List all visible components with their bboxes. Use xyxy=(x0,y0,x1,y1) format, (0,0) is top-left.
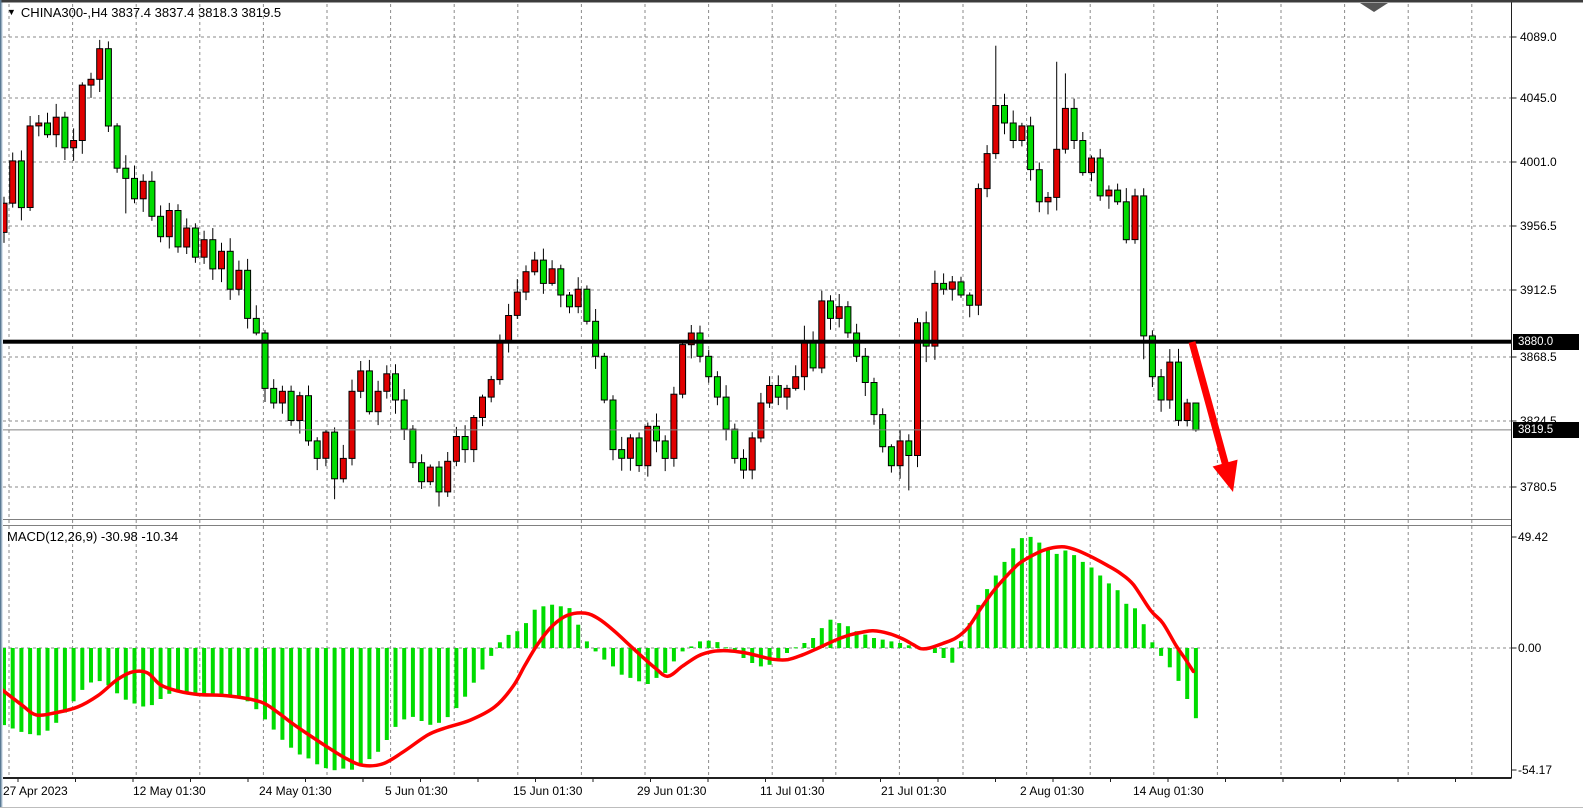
chart-title: ▼ CHINA300-,H4 3837.4 3837.4 3818.3 3819.… xyxy=(7,5,281,20)
date-axis-label: 14 Aug 01:30 xyxy=(1133,784,1204,798)
price-axis-label: 4001.0 xyxy=(1520,155,1557,169)
price-axis-label: 4045.0 xyxy=(1520,91,1557,105)
resistance-line xyxy=(0,340,1512,344)
macd-histogram xyxy=(2,537,1198,770)
price-axis-label: 3912.5 xyxy=(1520,283,1557,297)
price-axis-label: 4089.0 xyxy=(1520,30,1557,44)
macd-axis-label: 49.42 xyxy=(1518,530,1548,544)
macd-axis-label: 0.00 xyxy=(1518,641,1541,655)
chart-canvas[interactable] xyxy=(0,0,1583,811)
current-price-badge: 3819.5 xyxy=(1513,422,1579,438)
chart-title-text: CHINA300-,H4 3837.4 3837.4 3818.3 3819.5 xyxy=(21,5,281,20)
date-axis-label: 27 Apr 2023 xyxy=(3,784,68,798)
date-axis-label: 24 May 01:30 xyxy=(259,784,332,798)
chart-shift-marker-icon[interactable] xyxy=(1360,3,1388,12)
date-axis-label: 15 Jun 01:30 xyxy=(513,784,582,798)
date-axis-label: 21 Jul 01:30 xyxy=(881,784,946,798)
date-axis-label: 12 May 01:30 xyxy=(133,784,206,798)
chart-window[interactable]: ▼ CHINA300-,H4 3837.4 3837.4 3818.3 3819.… xyxy=(0,0,1583,811)
date-axis-label: 5 Jun 01:30 xyxy=(385,784,448,798)
date-axis-label: 11 Jul 01:30 xyxy=(760,784,825,798)
hline-price-badge: 3880.0 xyxy=(1513,334,1579,350)
symbol-marker-icon: ▼ xyxy=(7,7,16,17)
price-axis-label: 3956.5 xyxy=(1520,219,1557,233)
price-axis-label: 3780.5 xyxy=(1520,480,1557,494)
date-axis-label: 29 Jun 01:30 xyxy=(637,784,706,798)
price-axis-label: 3868.5 xyxy=(1520,350,1557,364)
candlesticks xyxy=(1,40,1199,507)
date-axis-label: 2 Aug 01:30 xyxy=(1020,784,1084,798)
macd-axis-label: -54.17 xyxy=(1518,763,1552,777)
macd-indicator-label: MACD(12,26,9) -30.98 -10.34 xyxy=(7,529,178,544)
